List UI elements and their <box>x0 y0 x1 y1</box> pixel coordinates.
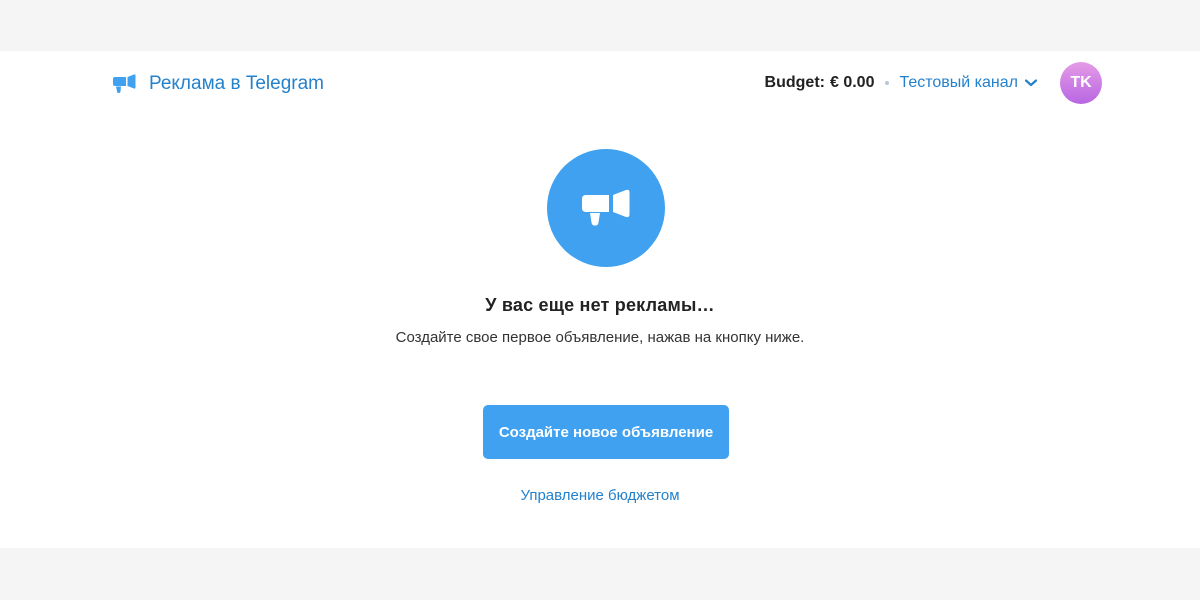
megaphone-icon <box>580 188 632 228</box>
empty-state-title: У вас еще нет рекламы… <box>485 295 715 315</box>
megaphone-icon <box>112 74 136 94</box>
channel-name: Тестовый канал <box>899 74 1018 91</box>
top-bar: Реклама в Telegram Budget: € 0.00 Тестов… <box>0 51 1200 115</box>
create-ad-button[interactable]: Создайте новое объявление <box>483 405 729 459</box>
account-area: Budget: € 0.00 Тестовый канал TK <box>765 62 1102 104</box>
separator-dot <box>885 81 890 85</box>
budget-label: Budget: <box>764 74 825 91</box>
chevron-down-icon <box>1024 78 1038 88</box>
empty-state-subtitle: Создайте свое первое объявление, нажав н… <box>395 329 805 346</box>
budget-display: Budget: € 0.00 <box>765 74 875 92</box>
budget-value: € 0.00 <box>829 74 875 91</box>
brand-title: Реклама в Telegram <box>149 73 325 94</box>
empty-state-illustration <box>547 149 665 267</box>
channel-selector[interactable]: Тестовый канал <box>899 74 1038 92</box>
avatar[interactable]: TK <box>1060 62 1102 104</box>
brand-link[interactable]: Реклама в Telegram <box>112 72 324 96</box>
main-panel: Реклама в Telegram Budget: € 0.00 Тестов… <box>0 51 1200 548</box>
manage-budget-row: Управление бюджетом <box>0 487 1200 504</box>
manage-budget-link[interactable]: Управление бюджетом <box>520 487 679 504</box>
avatar-initials: TK <box>1070 74 1092 91</box>
